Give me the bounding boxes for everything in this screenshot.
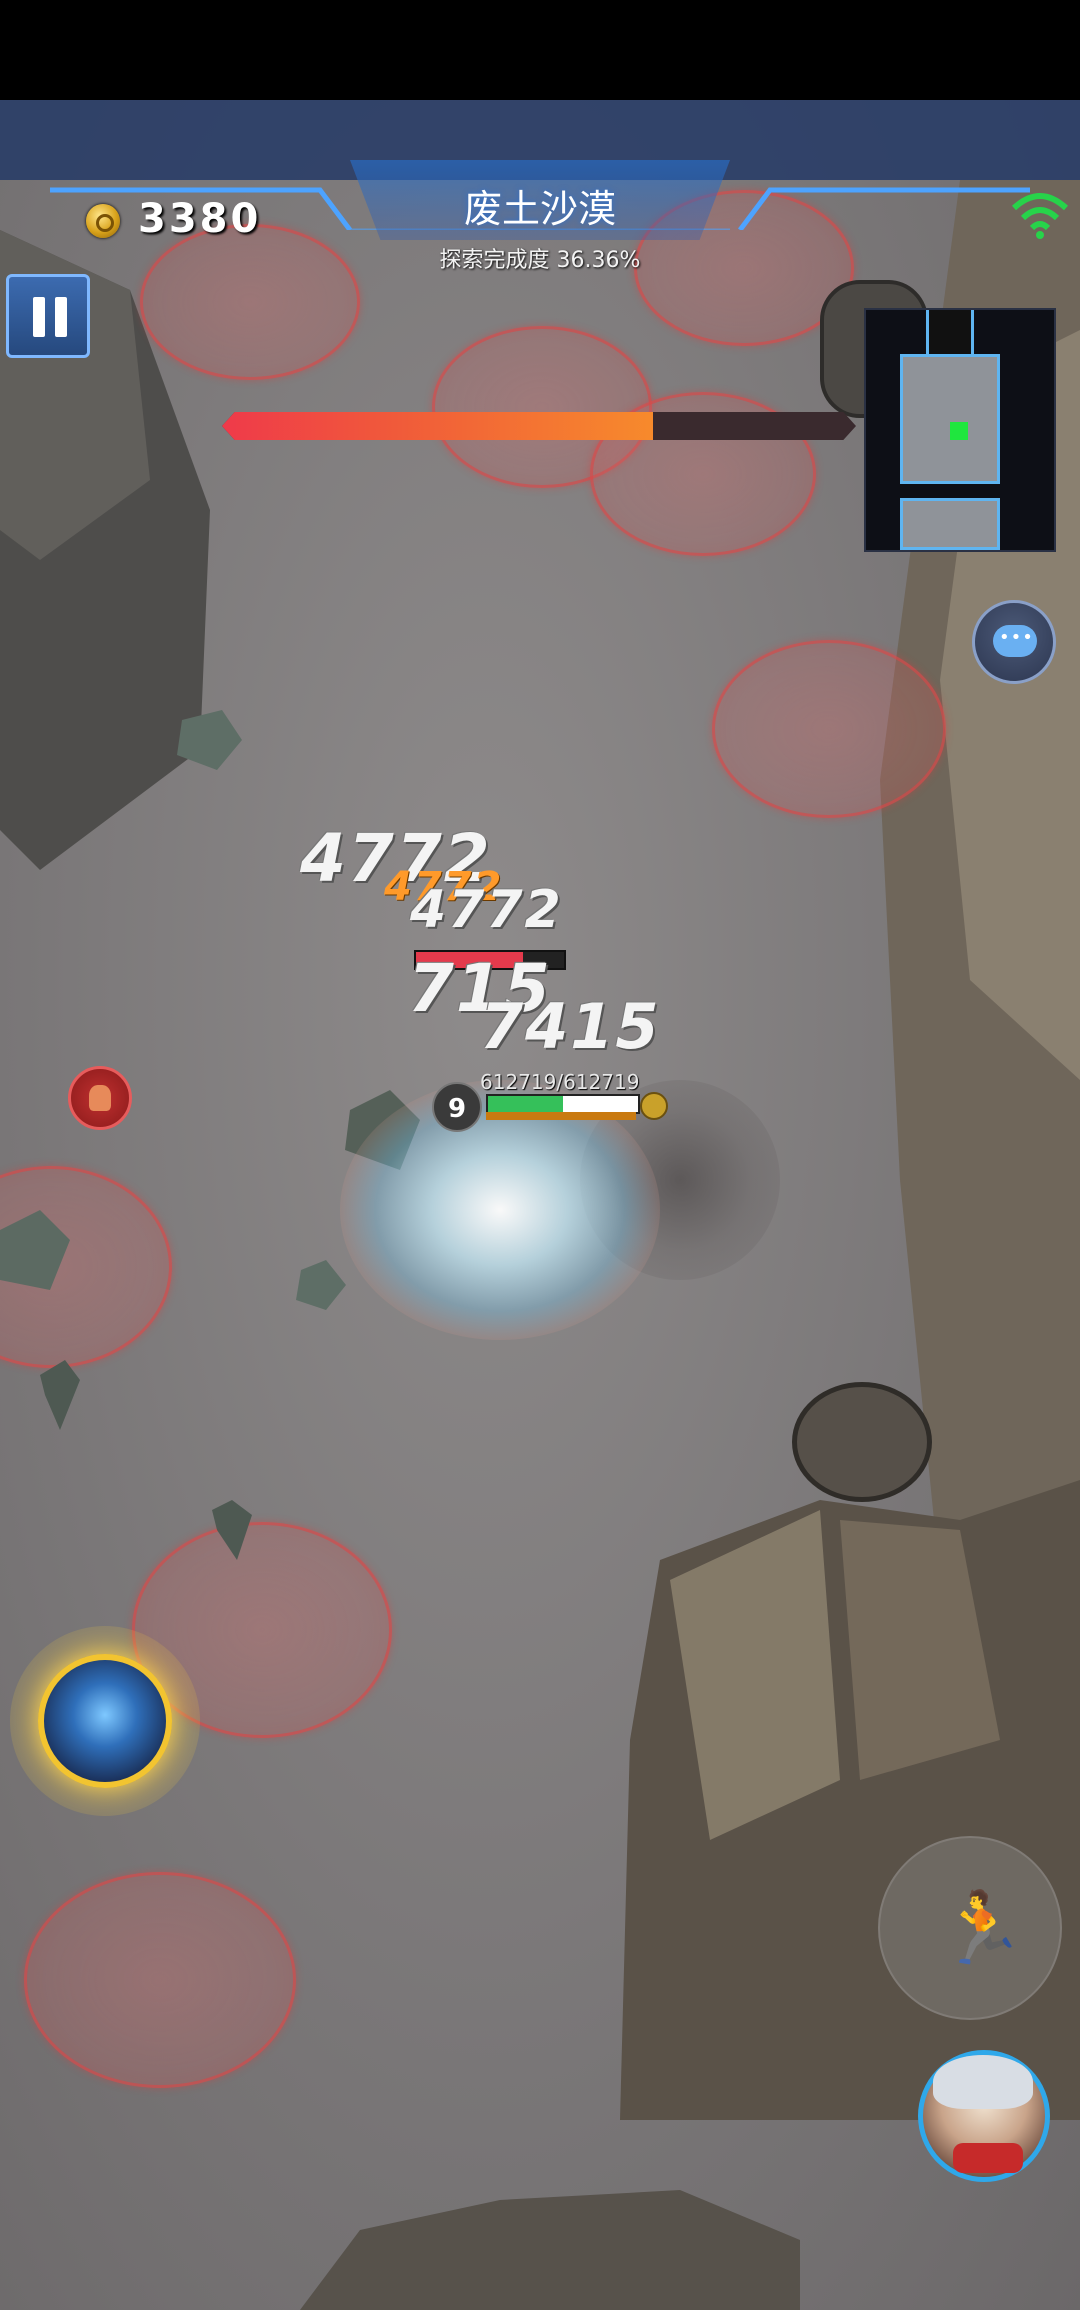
slash-skill-icon	[38, 1654, 172, 1788]
damage-number: 7415	[480, 990, 661, 1063]
exploration-progress: 探索完成度 36.36%	[439, 248, 641, 273]
chat-button[interactable]	[972, 600, 1056, 684]
minimap-room	[900, 498, 1000, 550]
danger-zone	[24, 1872, 296, 2088]
wifi-icon	[1011, 193, 1069, 239]
stone	[0, 1210, 70, 1290]
boss-hp-fill	[222, 412, 654, 440]
damage-number: 4772	[410, 880, 563, 940]
danger-zone	[140, 224, 360, 380]
area-name: 废土沙漠	[463, 187, 616, 231]
player-hp-bar	[486, 1094, 640, 1114]
enemy-direction-marker	[68, 1066, 132, 1130]
player-hp-fill	[488, 1096, 563, 1112]
stone	[40, 1360, 80, 1430]
player-hp-text: 612719/612719	[480, 1070, 640, 1094]
buff-timer-icon	[640, 1092, 668, 1120]
bottom-rocks	[300, 2190, 800, 2310]
minimap-player-marker	[950, 422, 968, 440]
player-level-badge: 9	[432, 1082, 482, 1132]
portrait-scarf	[953, 2143, 1023, 2173]
stone	[177, 710, 242, 770]
barrel	[792, 1382, 932, 1502]
gold-coin-icon	[86, 204, 120, 238]
dash-button[interactable]: 🏃	[878, 1836, 1062, 2020]
player-energy-bar	[486, 1112, 636, 1120]
danger-zone	[712, 640, 946, 818]
hero-portrait[interactable]	[918, 2050, 1050, 2182]
minimap[interactable]	[864, 308, 1056, 552]
stone	[212, 1500, 252, 1560]
bottom-right-rocks	[620, 1480, 1080, 2120]
chat-icon	[993, 625, 1037, 657]
pause-icon	[55, 297, 67, 337]
pause-icon	[33, 297, 45, 337]
portrait-hair	[933, 2055, 1033, 2109]
minimap-corridor	[926, 310, 974, 354]
pause-button[interactable]	[6, 274, 90, 358]
skill-button[interactable]	[10, 1626, 200, 1816]
minimap-room	[900, 354, 1000, 484]
stone	[296, 1260, 346, 1310]
dash-icon: 🏃	[938, 1887, 1026, 1969]
gold-count: 3380	[138, 196, 262, 242]
boss-hp-bar	[222, 412, 856, 440]
